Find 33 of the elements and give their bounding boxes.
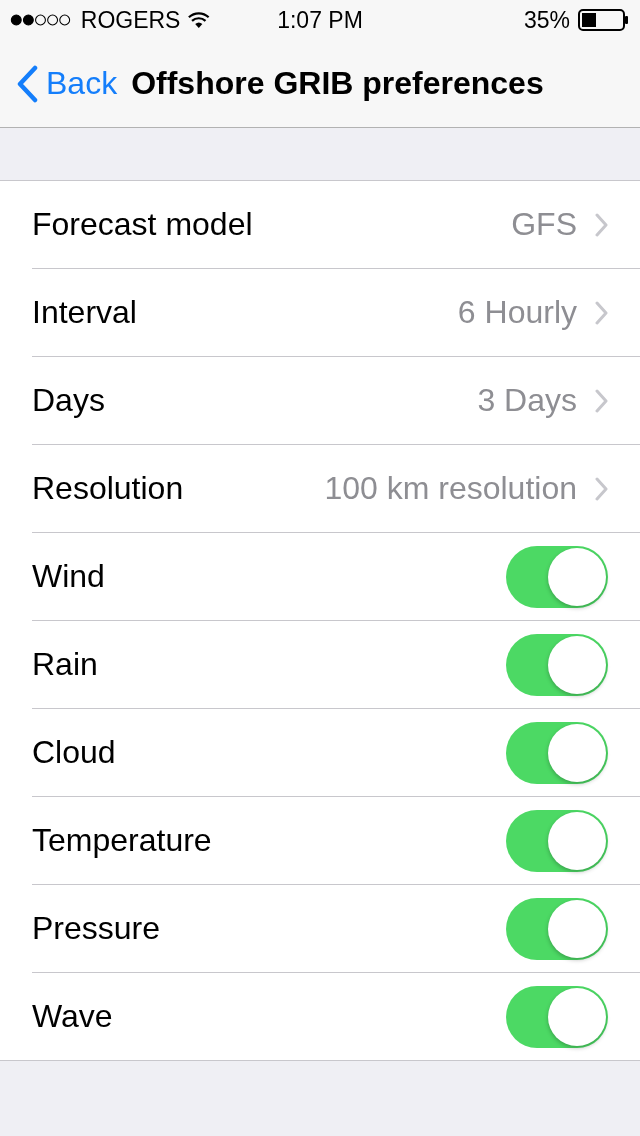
chevron-right-icon	[595, 300, 608, 325]
back-button[interactable]: Back	[16, 64, 118, 103]
setting-label: Cloud	[32, 734, 116, 771]
setting-label: Pressure	[32, 910, 161, 947]
setting-label: Wind	[32, 558, 105, 595]
chevron-left-icon	[16, 64, 38, 103]
chevron-right-icon	[595, 476, 608, 501]
toggle-switch[interactable]	[506, 721, 608, 784]
chevron-right-icon	[595, 388, 608, 413]
setting-label: Rain	[32, 646, 98, 683]
setting-value[interactable]: GFS	[511, 206, 577, 243]
toggle-switch[interactable]	[506, 897, 608, 960]
setting-value[interactable]: 3 Days	[477, 382, 577, 419]
page-title: Offshore GRIB preferences	[131, 65, 544, 102]
setting-label: Interval	[32, 294, 137, 331]
battery-icon	[578, 9, 630, 31]
toggle-switch[interactable]	[506, 985, 608, 1048]
carrier-name: ROGERS	[80, 6, 181, 34]
setting-label: Temperature	[32, 822, 212, 859]
setting-label: Days	[32, 382, 105, 419]
toggle-switch[interactable]	[506, 545, 608, 608]
chevron-right-icon	[595, 212, 608, 237]
toggle-switch[interactable]	[506, 809, 608, 872]
setting-value[interactable]: 100 km resolution	[324, 470, 577, 507]
setting-label: Forecast model	[32, 206, 253, 243]
setting-label: Resolution	[32, 470, 184, 507]
toggle-switch[interactable]	[506, 633, 608, 696]
wifi-icon	[188, 11, 210, 29]
setting-value[interactable]: 6 Hourly	[457, 294, 577, 331]
battery-percent: 35%	[523, 6, 570, 34]
setting-label: Wave	[32, 998, 113, 1035]
status-time: 1:07 PM	[277, 6, 363, 34]
signal-icon	[10, 13, 73, 27]
